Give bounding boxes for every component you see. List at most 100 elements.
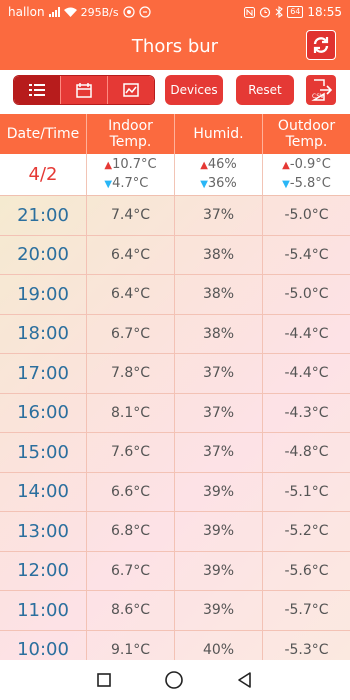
- header-outdoor-temp[interactable]: Outdoor Temp.: [263, 114, 350, 154]
- table-row[interactable]: 21:00 7.4°C 37% -5.0°C: [0, 196, 350, 236]
- table-header: Date/Time Indoor Temp. Humid. Outdoor Te…: [0, 114, 350, 154]
- sync-icon: [138, 6, 151, 18]
- devices-button[interactable]: Devices: [165, 75, 223, 105]
- humid-min: 36%: [207, 175, 237, 191]
- list-view-icon: [29, 84, 45, 96]
- row-humidity: 39%: [175, 472, 263, 511]
- home-icon[interactable]: [164, 670, 184, 690]
- table-row[interactable]: 10:00 9.1°C 40% -5.3°C: [0, 630, 350, 660]
- row-time: 15:00: [0, 433, 87, 472]
- row-outdoor-temp: -4.3°C: [284, 404, 329, 421]
- back-icon[interactable]: [236, 671, 254, 689]
- table-row[interactable]: 19:00 6.4°C 38% -5.0°C: [0, 275, 350, 315]
- row-time: 20:00: [0, 235, 87, 274]
- carrier-label: hallon: [8, 5, 45, 19]
- row-indoor-temp: 9.1°C: [87, 630, 175, 660]
- table-row[interactable]: 20:00 6.4°C 38% -5.4°C: [0, 235, 350, 275]
- row-time: 17:00: [0, 354, 87, 393]
- row-indoor-temp: 7.4°C: [87, 196, 175, 235]
- calendar-view-button[interactable]: [61, 76, 108, 104]
- table-row[interactable]: 13:00 6.8°C 39% -5.2°C: [0, 512, 350, 552]
- signal-icon: [48, 7, 60, 17]
- table-row[interactable]: 12:00 6.7°C 39% -5.6°C: [0, 551, 350, 591]
- view-switcher: [13, 75, 155, 105]
- row-outdoor-temp: -5.0°C: [284, 207, 329, 224]
- list-view-button[interactable]: [14, 76, 61, 104]
- row-outdoor-temp: -5.1°C: [284, 483, 329, 500]
- row-humidity: 37%: [175, 196, 263, 235]
- refresh-button[interactable]: [306, 30, 336, 60]
- row-humidity: 38%: [175, 275, 263, 314]
- row-outdoor-temp: -4.4°C: [284, 325, 329, 342]
- indoor-min: 4.7°C: [112, 175, 149, 191]
- row-humidity: 39%: [175, 512, 263, 551]
- row-time: 13:00: [0, 512, 87, 551]
- row-humidity: 37%: [175, 433, 263, 472]
- wifi-icon: [63, 7, 77, 17]
- row-indoor-temp: 6.4°C: [87, 275, 175, 314]
- row-time: 16:00: [0, 393, 87, 432]
- up-arrow-icon: ▲: [282, 159, 290, 171]
- row-outdoor-temp: -5.3°C: [284, 641, 329, 658]
- row-time: 21:00: [0, 196, 87, 235]
- row-indoor-temp: 8.6°C: [87, 591, 175, 630]
- outdoor-min: -5.8°C: [289, 175, 331, 191]
- row-outdoor-temp: -5.4°C: [284, 246, 329, 263]
- n-icon: [244, 6, 256, 18]
- table-row[interactable]: 16:00 8.1°C 37% -4.3°C: [0, 393, 350, 433]
- row-outdoor-temp: -5.7°C: [284, 602, 329, 619]
- row-outdoor-temp: -5.6°C: [284, 562, 329, 579]
- page-title: Thors bur: [131, 36, 219, 57]
- csv-export-button[interactable]: CSV: [306, 75, 336, 105]
- svg-text:CSV: CSV: [312, 93, 325, 100]
- row-humidity: 39%: [175, 551, 263, 590]
- row-outdoor-temp: -4.4°C: [284, 365, 329, 382]
- alarm-icon: [260, 7, 271, 18]
- title-bar: Thors bur: [0, 24, 350, 70]
- summary-date: 4/2: [28, 164, 58, 185]
- row-time: 11:00: [0, 591, 87, 630]
- row-time: 12:00: [0, 551, 87, 590]
- reset-button[interactable]: Reset: [236, 75, 294, 105]
- table-row[interactable]: 17:00 7.8°C 37% -4.4°C: [0, 354, 350, 394]
- row-indoor-temp: 6.8°C: [87, 512, 175, 551]
- row-humidity: 38%: [175, 314, 263, 353]
- header-indoor-temp[interactable]: Indoor Temp.: [87, 114, 175, 154]
- daily-summary-row: 4/2 ▲10.7°C ▼4.7°C ▲46% ▼36% ▲-0.9°C ▼-5…: [0, 154, 350, 196]
- row-time: 14:00: [0, 472, 87, 511]
- hourly-data-list[interactable]: 21:00 7.4°C 37% -5.0°C 20:00 6.4°C 38% -…: [0, 196, 350, 660]
- bluetooth-icon: [275, 6, 284, 18]
- row-indoor-temp: 6.7°C: [87, 551, 175, 590]
- row-humidity: 39%: [175, 591, 263, 630]
- network-speed: 295B/s: [80, 5, 119, 19]
- table-row[interactable]: 15:00 7.6°C 37% -4.8°C: [0, 433, 350, 473]
- humid-max: 46%: [207, 156, 237, 172]
- chart-icon: [123, 83, 139, 97]
- header-datetime[interactable]: Date/Time: [0, 114, 87, 154]
- row-indoor-temp: 6.7°C: [87, 314, 175, 353]
- outdoor-max: -0.9°C: [289, 156, 331, 172]
- down-arrow-icon: ▼: [200, 178, 208, 190]
- row-outdoor-temp: -4.8°C: [284, 444, 329, 461]
- status-bar: hallon 295B/s 64 18:55: [0, 0, 350, 24]
- toolbar: Devices Reset CSV: [0, 70, 350, 114]
- chart-view-button[interactable]: [108, 76, 154, 104]
- recents-icon[interactable]: [96, 672, 112, 688]
- up-arrow-icon: ▲: [104, 159, 113, 171]
- row-indoor-temp: 8.1°C: [87, 393, 175, 432]
- header-humidity[interactable]: Humid.: [175, 114, 263, 154]
- row-outdoor-temp: -5.2°C: [284, 523, 329, 540]
- row-indoor-temp: 6.4°C: [87, 235, 175, 274]
- indoor-max: 10.7°C: [112, 156, 157, 172]
- table-row[interactable]: 18:00 6.7°C 38% -4.4°C: [0, 314, 350, 354]
- nfc-icon: [122, 6, 135, 18]
- row-time: 19:00: [0, 275, 87, 314]
- row-humidity: 38%: [175, 235, 263, 274]
- table-row[interactable]: 14:00 6.6°C 39% -5.1°C: [0, 472, 350, 512]
- table-row[interactable]: 11:00 8.6°C 39% -5.7°C: [0, 591, 350, 631]
- row-humidity: 40%: [175, 630, 263, 660]
- down-arrow-icon: ▼: [104, 178, 113, 190]
- down-arrow-icon: ▼: [282, 178, 290, 190]
- battery-indicator: 64: [287, 6, 304, 18]
- navigation-bar: [0, 660, 350, 700]
